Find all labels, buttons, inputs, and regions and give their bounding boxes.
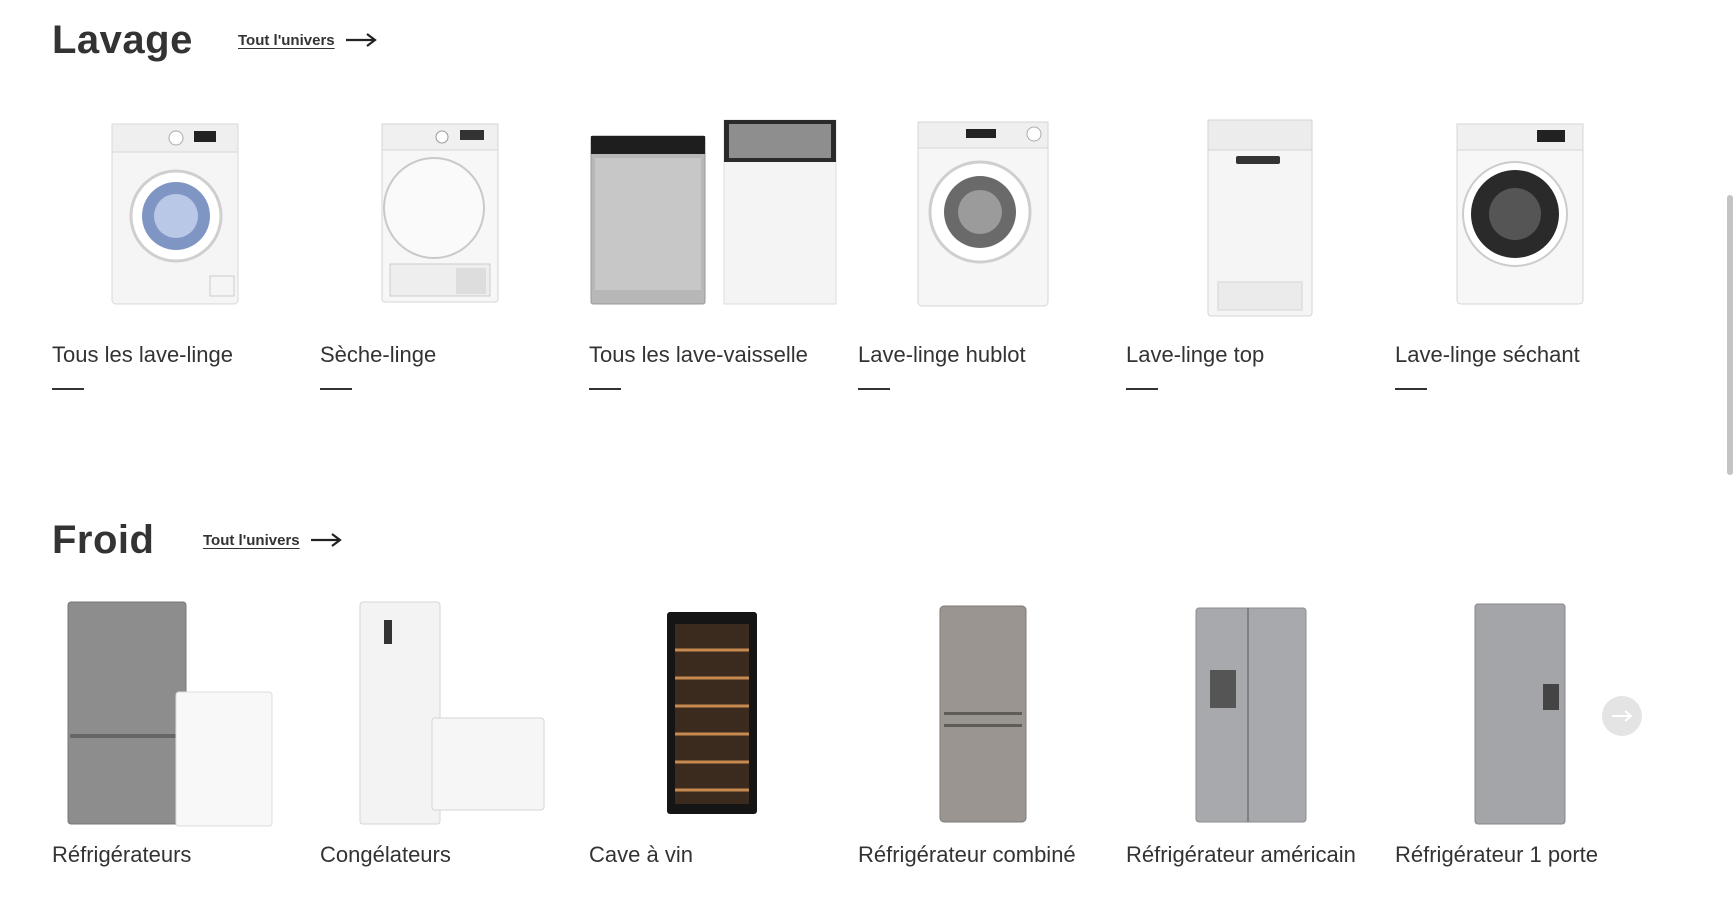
- arrow-right-icon: [310, 533, 342, 547]
- all-universe-link[interactable]: Tout l'univers: [238, 10, 377, 70]
- section-title: Froid: [52, 518, 155, 562]
- category-label: Sèche-linge: [320, 342, 437, 367]
- category-label: Lave-linge hublot: [858, 342, 1026, 367]
- section-lavage: Lavage Tout l'univers Tous les lave-ling…: [52, 10, 1652, 450]
- underline-dash: [858, 388, 890, 390]
- category-label: Lave-linge top: [1126, 342, 1265, 367]
- product-image: [320, 100, 572, 330]
- underline-dash: [1395, 388, 1427, 390]
- category-label: Lave-linge séchant: [1395, 342, 1580, 367]
- product-image: [589, 100, 841, 330]
- underline-dash: [1126, 388, 1158, 390]
- product-image: [589, 600, 841, 830]
- section-title: Lavage: [52, 18, 193, 62]
- product-image: [1126, 100, 1378, 330]
- underline-dash: [320, 388, 352, 390]
- category-label: Réfrigérateurs: [52, 842, 192, 867]
- all-universe-link-label: Tout l'univers: [238, 31, 335, 49]
- category-label: Tous les lave-linge: [52, 342, 233, 367]
- arrow-right-icon: [1612, 710, 1633, 722]
- all-universe-link[interactable]: Tout l'univers: [203, 510, 342, 570]
- section-header: Froid Tout l'univers: [52, 510, 952, 570]
- product-image: [52, 100, 304, 330]
- category-label: Cave à vin: [589, 842, 693, 867]
- category-label: Congélateurs: [320, 842, 451, 867]
- category-label: Réfrigérateur combiné: [858, 842, 1076, 867]
- category-label: Tous les lave-vaisselle: [589, 342, 808, 367]
- scrollbar-track[interactable]: [1722, 0, 1736, 916]
- arrow-right-icon: [345, 33, 377, 47]
- carousel-next-button[interactable]: [1602, 696, 1642, 736]
- category-label: Réfrigérateur américain: [1126, 842, 1356, 867]
- product-image: [858, 600, 1110, 830]
- product-image: [320, 600, 572, 830]
- product-image: [1126, 600, 1378, 830]
- product-image: [858, 100, 1110, 330]
- product-image: [52, 600, 304, 830]
- underline-dash: [589, 388, 621, 390]
- section-froid: Froid Tout l'univers Réfrigérateurs Cong…: [52, 510, 1652, 916]
- category-label: Réfrigérateur 1 porte: [1395, 842, 1598, 867]
- underline-dash: [52, 388, 84, 390]
- all-universe-link-label: Tout l'univers: [203, 531, 300, 549]
- section-header: Lavage Tout l'univers: [52, 10, 952, 70]
- scrollbar-thumb[interactable]: [1727, 195, 1733, 475]
- product-image: [1395, 100, 1647, 330]
